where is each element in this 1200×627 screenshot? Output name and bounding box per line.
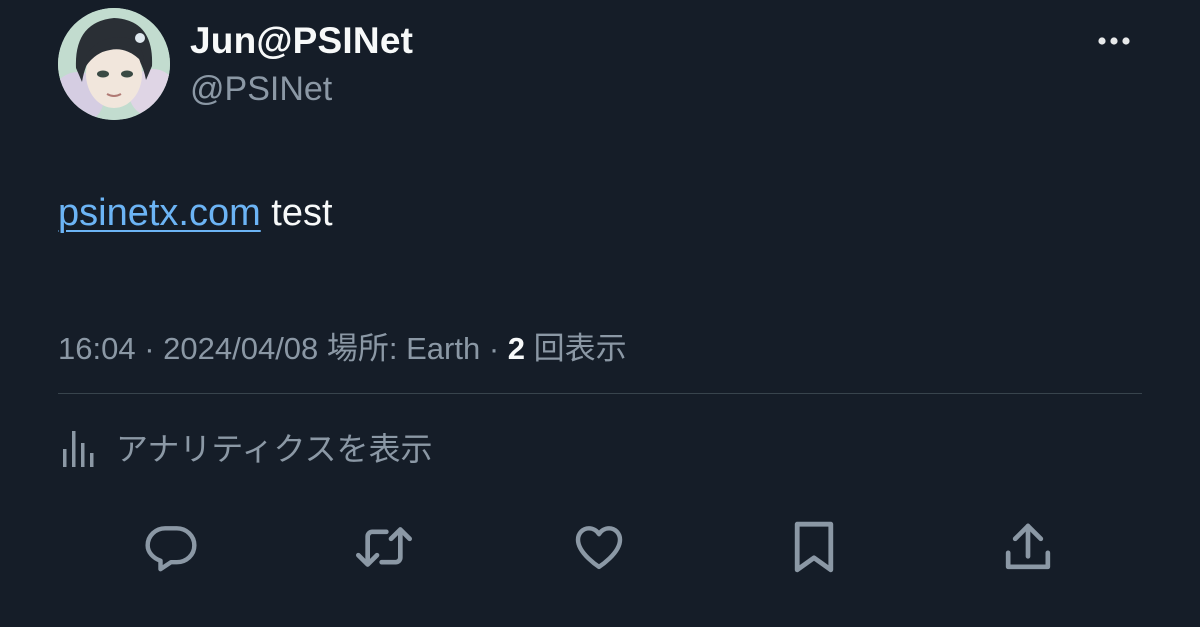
tweet-location: 場所: Earth: [318, 331, 481, 366]
more-icon: [1098, 37, 1130, 45]
tweet-body: test: [260, 192, 333, 234]
share-button[interactable]: [996, 515, 1060, 579]
tweet-date[interactable]: 2024/04/08: [163, 331, 318, 366]
tweet-time[interactable]: 16:04: [58, 331, 136, 366]
retweet-button[interactable]: [352, 515, 416, 579]
meta-separator: ·: [135, 331, 164, 366]
retweet-icon: [356, 527, 412, 567]
share-icon: [1005, 523, 1051, 570]
reply-button[interactable]: [139, 515, 203, 579]
analytics-label: アナリティクスを表示: [116, 431, 433, 467]
tweet-text: psinetx.com test: [58, 192, 333, 235]
avatar[interactable]: [58, 8, 170, 120]
tweet-link[interactable]: psinetx.com: [58, 192, 261, 234]
views-label: 回表示: [525, 331, 627, 366]
meta-separator: ·: [480, 331, 508, 366]
bar-chart-icon: [63, 431, 94, 467]
divider: [58, 393, 1142, 394]
view-analytics-button[interactable]: アナリティクスを表示: [60, 424, 432, 470]
tweet-meta: 16:04 · 2024/04/08 場所: Earth · 2 回表示: [58, 323, 627, 368]
bookmark-icon: [794, 521, 834, 573]
views-count: 2: [507, 331, 526, 366]
display-name[interactable]: Jun@PSINet: [190, 20, 413, 62]
like-button[interactable]: [567, 515, 631, 579]
user-handle[interactable]: @PSINet: [190, 70, 332, 109]
more-options-button[interactable]: [1090, 26, 1138, 56]
like-icon: [575, 526, 623, 570]
reply-icon: [145, 526, 197, 572]
bookmark-button[interactable]: [782, 515, 846, 579]
